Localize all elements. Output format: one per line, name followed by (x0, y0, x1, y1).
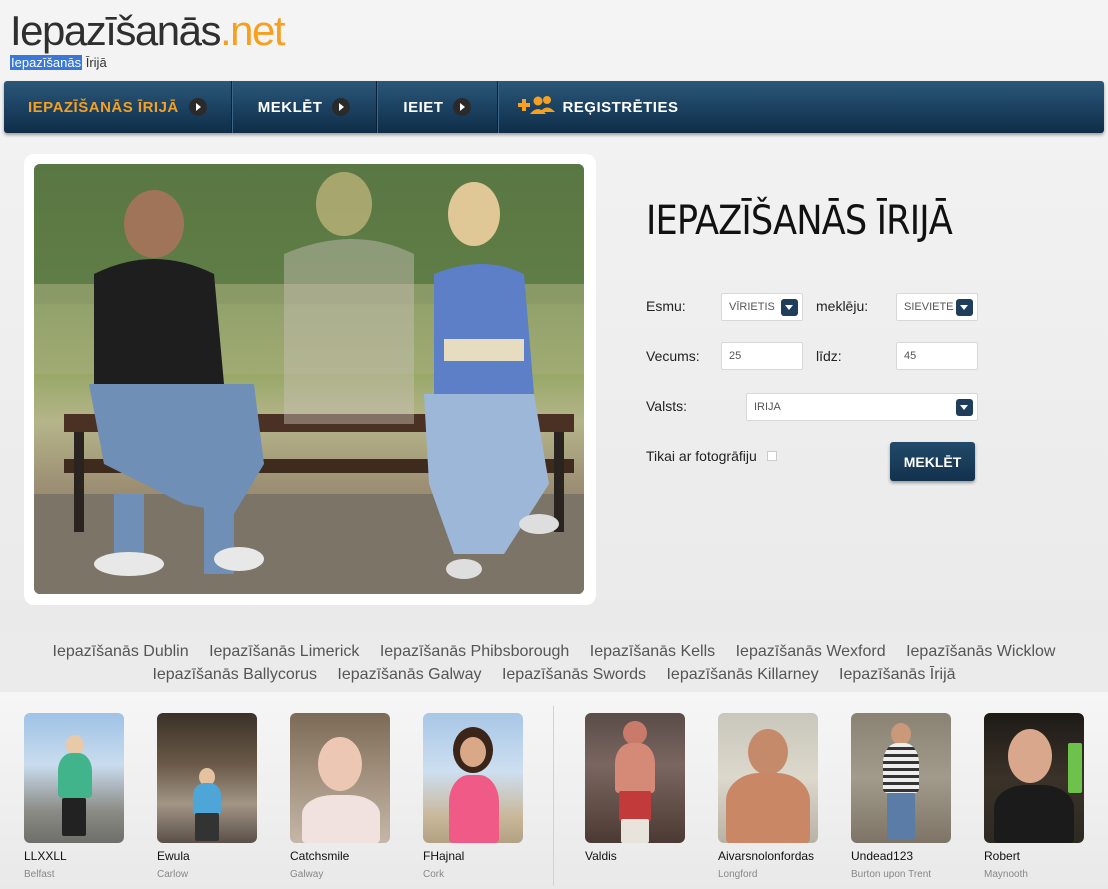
profile-name[interactable]: Undead123 (851, 849, 961, 863)
country-value: IRIJA (754, 401, 781, 413)
profile-photo[interactable] (984, 713, 1084, 843)
city-links: Iepazīšanās Dublin Iepazīšanās Limerick … (0, 632, 1108, 692)
age-from-value: 25 (729, 350, 742, 362)
nav-item-label: MEKLĒT (257, 98, 323, 116)
profile-photo[interactable] (157, 713, 257, 843)
profile-name[interactable]: LLXXLL (24, 849, 134, 863)
profile-photo[interactable] (24, 713, 124, 843)
city-link[interactable]: Iepazīšanās Limerick (209, 643, 359, 660)
profile-card[interactable]: Robert Maynooth (984, 713, 1094, 880)
seeking-select[interactable]: SIEVIETE (896, 293, 978, 321)
age-label: Vecums: (646, 348, 700, 364)
main-nav: IEPAZĪŠANĀS ĪRIJĀ MEKLĒT IEIET REĢISTRĒT… (4, 81, 1104, 133)
i-am-label: Esmu: (646, 298, 686, 314)
breadcrumb: Iepazīšanās Īrijā (10, 55, 107, 70)
profile-city: Burton upon Trent (851, 869, 932, 880)
profile-photo[interactable] (423, 713, 523, 843)
profile-photo[interactable] (718, 713, 818, 843)
profile-city: Cork (423, 869, 445, 880)
profile-name[interactable]: Aivarsnolonfordas (718, 849, 828, 863)
profile-name[interactable]: Catchsmile (290, 849, 400, 863)
add-user-icon (518, 95, 556, 120)
profile-photo[interactable] (851, 713, 951, 843)
city-link[interactable]: Iepazīšanās Īrijā (839, 666, 956, 683)
age-to-input[interactable]: 45 (896, 342, 978, 370)
breadcrumb-current: Īrijā (82, 55, 107, 70)
nav-item-login[interactable]: IEIET (377, 81, 499, 133)
city-link[interactable]: Iepazīšanās Wicklow (906, 643, 1055, 660)
nav-item-dating-ireland[interactable]: IEPAZĪŠANĀS ĪRIJĀ (4, 81, 232, 133)
nav-item-register[interactable]: REĢISTRĒTIES (498, 81, 702, 133)
city-link[interactable]: Iepazīšanās Ballycorus (152, 666, 317, 683)
profile-name[interactable]: Robert (984, 849, 1094, 863)
chevron-right-icon (188, 98, 207, 116)
age-from-input[interactable]: 25 (721, 342, 803, 370)
profile-card[interactable]: Aivarsnolonfordas Longford (718, 713, 828, 880)
chevron-down-icon (781, 299, 798, 316)
city-link[interactable]: Iepazīšanās Wexford (736, 643, 886, 660)
city-link[interactable]: Iepazīšanās Galway (337, 666, 481, 683)
search-button[interactable]: MEKLĒT (890, 442, 975, 481)
profile-city: Maynooth (984, 869, 1028, 880)
i-am-value: VĪRIETIS (729, 301, 775, 313)
chevron-right-icon (332, 98, 351, 116)
city-link[interactable]: Iepazīšanās Phibsborough (380, 643, 569, 660)
profile-card[interactable]: LLXXLL Belfast (24, 713, 134, 880)
hero-photo (34, 164, 584, 594)
city-link[interactable]: Iepazīšanās Swords (502, 666, 646, 683)
divider (553, 706, 554, 886)
chevron-down-icon (956, 299, 973, 316)
country-select[interactable]: IRIJA (746, 393, 978, 421)
breadcrumb-link[interactable]: Iepazīšanās (10, 55, 83, 70)
profile-name[interactable]: Ewula (157, 849, 267, 863)
profile-city: Galway (290, 869, 324, 880)
chevron-right-icon (453, 98, 472, 116)
logo-tld: .net (220, 7, 286, 54)
photo-only-label: Tikai ar fotogrāfiju (646, 448, 757, 464)
profile-city: Belfast (24, 869, 55, 880)
profile-card[interactable]: Undead123 Burton upon Trent (851, 713, 961, 880)
seeking-label: meklēju: (816, 298, 869, 314)
site-logo[interactable]: Iepazīšanās.net (10, 6, 286, 56)
profile-photo[interactable] (585, 713, 685, 843)
profile-name[interactable]: Valdis (585, 849, 695, 863)
profile-card[interactable]: Catchsmile Galway (290, 713, 400, 880)
profile-strip: LLXXLL Belfast Ewula Carlow Catchsmile G… (0, 692, 1108, 889)
age-to-label: līdz: (816, 348, 842, 364)
profile-card[interactable]: Ewula Carlow (157, 713, 267, 880)
city-link[interactable]: Iepazīšanās Dublin (53, 643, 189, 660)
city-links-row: Iepazīšanās Dublin Iepazīšanās Limerick … (0, 640, 1108, 663)
photo-only-checkbox[interactable] (767, 451, 777, 461)
page-title: IEPAZĪŠANĀS ĪRIJĀ (646, 198, 953, 244)
logo-brand: Iepazīšanās (10, 7, 222, 54)
profile-card[interactable]: FHajnal Cork (423, 713, 533, 880)
profile-card[interactable]: Valdis (585, 713, 695, 869)
nav-item-search[interactable]: MEKLĒT (232, 81, 378, 133)
i-am-select[interactable]: VĪRIETIS (721, 293, 803, 321)
city-links-row: Iepazīšanās Ballycorus Iepazīšanās Galwa… (0, 663, 1108, 686)
nav-item-label: IEPAZĪŠANĀS ĪRIJĀ (28, 98, 179, 116)
nav-item-label: IEIET (403, 98, 444, 116)
profile-photo[interactable] (290, 713, 390, 843)
profile-city: Carlow (157, 869, 189, 880)
nav-item-label: REĢISTRĒTIES (562, 98, 679, 116)
city-link[interactable]: Iepazīšanās Killarney (666, 666, 818, 683)
city-link[interactable]: Iepazīšanās Kells (590, 643, 715, 660)
country-label: Valsts: (646, 398, 687, 414)
age-to-value: 45 (904, 350, 917, 362)
profile-name[interactable]: FHajnal (423, 849, 533, 863)
hero-photo-frame (24, 154, 596, 605)
profile-city: Longford (718, 869, 758, 880)
seeking-value: SIEVIETE (904, 301, 954, 313)
chevron-down-icon (956, 399, 973, 416)
